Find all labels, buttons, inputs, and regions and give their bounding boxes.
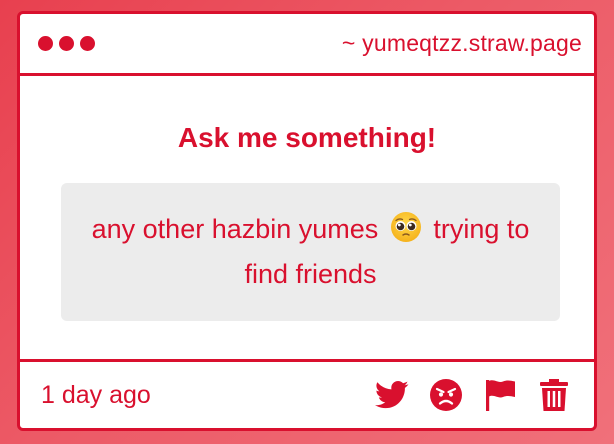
share-twitter-button[interactable] [374,377,410,413]
question-text: any other hazbin yumes trying to find fr… [85,207,536,297]
angry-face-icon [430,379,462,411]
window-dot [59,36,74,51]
window-dot [80,36,95,51]
delete-button[interactable] [536,377,572,413]
pleading-face-emoji-icon [390,212,421,242]
timestamp: 1 day ago [41,380,151,409]
window-dots [38,36,95,51]
page-title: Ask me something! [177,122,437,153]
card-footer: 1 day ago [20,362,594,428]
question-text-part1: any other hazbin yumes [91,214,379,244]
window-titlebar: ~ yumeqtzz.straw.page [20,14,594,76]
block-user-button[interactable] [428,377,464,413]
report-button[interactable] [482,377,518,413]
question-section: Ask me something! any other hazbin yumes [20,76,594,362]
flag-icon [486,380,515,411]
action-bar [374,377,572,413]
twitter-icon [375,380,409,409]
question-box: any other hazbin yumes trying to find fr… [61,183,560,321]
window-dot [38,36,53,51]
page-url[interactable]: ~ yumeqtzz.straw.page [342,30,582,57]
ask-card: ~ yumeqtzz.straw.page Ask me something! … [17,11,597,431]
trash-icon [540,379,568,411]
